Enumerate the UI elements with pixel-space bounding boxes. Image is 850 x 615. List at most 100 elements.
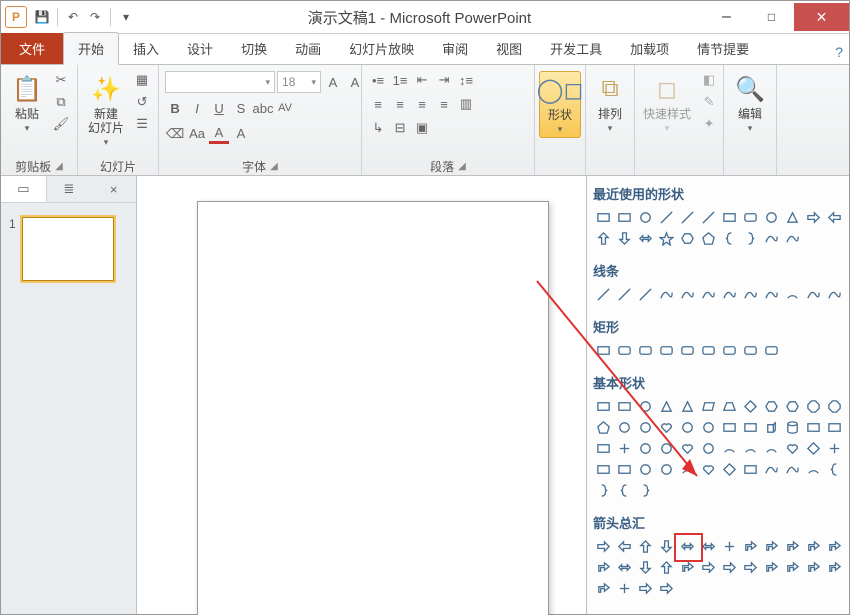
- shape-curve-icon[interactable]: [824, 284, 845, 305]
- shape-effects-icon[interactable]: ✦: [699, 115, 719, 133]
- shape-hex-icon[interactable]: [677, 228, 698, 249]
- text-direction-icon[interactable]: ↳: [368, 119, 388, 137]
- shape-rect-icon[interactable]: [593, 459, 614, 480]
- shape-circ-icon[interactable]: [761, 207, 782, 228]
- shape-curve-icon[interactable]: [761, 228, 782, 249]
- reset-icon[interactable]: ↺: [132, 93, 152, 111]
- shape-arc-icon[interactable]: [782, 284, 803, 305]
- shape-heart-icon[interactable]: [698, 459, 719, 480]
- shape-rect-icon[interactable]: [593, 438, 614, 459]
- copy-icon[interactable]: ⧉: [51, 93, 71, 111]
- new-slide-button[interactable]: ✨ 新建 幻灯片 ▾: [84, 71, 128, 150]
- tab-review[interactable]: 审阅: [428, 33, 482, 64]
- shape-tri-icon[interactable]: [677, 396, 698, 417]
- shape-curve-icon[interactable]: [677, 284, 698, 305]
- shape-bent-icon[interactable]: [740, 536, 761, 557]
- shape-plus-icon[interactable]: [614, 438, 635, 459]
- thumb-tab-slides[interactable]: ▭: [1, 176, 47, 202]
- shape-tri-icon[interactable]: [656, 396, 677, 417]
- shape-rect-icon[interactable]: [740, 459, 761, 480]
- tab-addins[interactable]: 加载项: [616, 33, 683, 64]
- shape-arc-icon[interactable]: [719, 438, 740, 459]
- tab-devtools[interactable]: 开发工具: [536, 33, 616, 64]
- find-button[interactable]: 🔍 编辑 ▾: [730, 71, 770, 136]
- shape-diam-icon[interactable]: [803, 438, 824, 459]
- columns-icon[interactable]: ▥: [456, 95, 476, 113]
- shape-rect-icon[interactable]: [593, 396, 614, 417]
- shape-brL-icon[interactable]: [824, 459, 845, 480]
- window-minimize-button[interactable]: –: [704, 3, 749, 31]
- shape-circ-icon[interactable]: [698, 417, 719, 438]
- shape-cube-icon[interactable]: [761, 417, 782, 438]
- char-spacing-icon[interactable]: AV: [275, 99, 295, 117]
- dialog-launcher-icon[interactable]: ◢: [270, 161, 278, 172]
- slide-canvas[interactable]: [197, 201, 549, 615]
- clear-format-icon[interactable]: ⌫: [165, 125, 185, 143]
- shape-oct-icon[interactable]: [824, 396, 845, 417]
- shape-line-icon[interactable]: [593, 284, 614, 305]
- shape-rect-icon[interactable]: [614, 396, 635, 417]
- format-painter-icon[interactable]: 🖌: [51, 115, 71, 133]
- shape-rrect-icon[interactable]: [614, 340, 635, 361]
- shape-rect-icon[interactable]: [614, 459, 635, 480]
- dialog-launcher-icon[interactable]: ◢: [55, 161, 63, 172]
- shape-arrR-icon[interactable]: [593, 536, 614, 557]
- grow-font-icon[interactable]: A: [323, 73, 343, 91]
- shape-arrLR-icon[interactable]: [635, 228, 656, 249]
- shape-circ-icon[interactable]: [635, 459, 656, 480]
- shape-circ-icon[interactable]: [635, 438, 656, 459]
- shape-rect-icon[interactable]: [824, 417, 845, 438]
- bullets-icon[interactable]: •≡: [368, 71, 388, 89]
- tab-animations[interactable]: 动画: [281, 33, 335, 64]
- shape-arrL-icon[interactable]: [824, 207, 845, 228]
- tab-story[interactable]: 情节提要: [683, 33, 763, 64]
- arrange-button[interactable]: ⧉ 排列 ▾: [590, 71, 630, 136]
- shape-trap-icon[interactable]: [719, 396, 740, 417]
- thumb-tabs-close[interactable]: ×: [91, 176, 136, 202]
- shape-curve-icon[interactable]: [761, 284, 782, 305]
- shape-arrR-icon[interactable]: [656, 578, 677, 599]
- qat-customize-icon[interactable]: ▾: [117, 8, 135, 26]
- shape-arc-icon[interactable]: [677, 459, 698, 480]
- align-left-icon[interactable]: ≡: [368, 95, 388, 113]
- shape-oct-icon[interactable]: [803, 396, 824, 417]
- shape-diam-icon[interactable]: [740, 396, 761, 417]
- smart-art-icon[interactable]: ▣: [412, 119, 432, 137]
- shape-bent-icon[interactable]: [782, 536, 803, 557]
- shape-fill-icon[interactable]: ◧: [699, 71, 719, 89]
- underline-button[interactable]: U: [209, 99, 229, 117]
- quick-styles-button[interactable]: ◻ 快速样式 ▾: [639, 71, 695, 136]
- highlight-icon[interactable]: A: [231, 125, 251, 143]
- shape-plus-icon[interactable]: [824, 438, 845, 459]
- shape-plus-icon[interactable]: [719, 536, 740, 557]
- tab-view[interactable]: 视图: [482, 33, 536, 64]
- line-spacing-icon[interactable]: ↕≡: [456, 71, 476, 89]
- window-maximize-button[interactable]: □: [749, 3, 794, 31]
- shape-bent-icon[interactable]: [593, 578, 614, 599]
- shape-arrU-icon[interactable]: [635, 536, 656, 557]
- font-color-icon[interactable]: A: [209, 123, 229, 144]
- shape-circ-icon[interactable]: [635, 417, 656, 438]
- shape-arrD-icon[interactable]: [635, 557, 656, 578]
- shape-bent-icon[interactable]: [593, 557, 614, 578]
- shape-curve-icon[interactable]: [761, 459, 782, 480]
- shape-arrLR-icon[interactable]: [614, 557, 635, 578]
- shape-rrect-icon[interactable]: [698, 340, 719, 361]
- shapes-button[interactable]: ◯◻ 形状 ▾: [539, 71, 581, 138]
- align-center-icon[interactable]: ≡: [390, 95, 410, 113]
- shape-arc-icon[interactable]: [803, 459, 824, 480]
- tab-transitions[interactable]: 切换: [227, 33, 281, 64]
- justify-icon[interactable]: ≡: [434, 95, 454, 113]
- shape-hex-icon[interactable]: [761, 396, 782, 417]
- indent-inc-icon[interactable]: ⇥: [434, 71, 454, 89]
- shape-star-icon[interactable]: [656, 228, 677, 249]
- shape-arrR-icon[interactable]: [635, 578, 656, 599]
- layout-icon[interactable]: ▦: [132, 71, 152, 89]
- indent-dec-icon[interactable]: ⇤: [412, 71, 432, 89]
- shape-circ-icon[interactable]: [614, 417, 635, 438]
- tab-slideshow[interactable]: 幻灯片放映: [335, 33, 428, 64]
- window-close-button[interactable]: ×: [794, 3, 849, 31]
- tab-home[interactable]: 开始: [63, 32, 119, 65]
- shape-pent-icon[interactable]: [593, 417, 614, 438]
- qat-redo-icon[interactable]: ↷: [86, 8, 104, 26]
